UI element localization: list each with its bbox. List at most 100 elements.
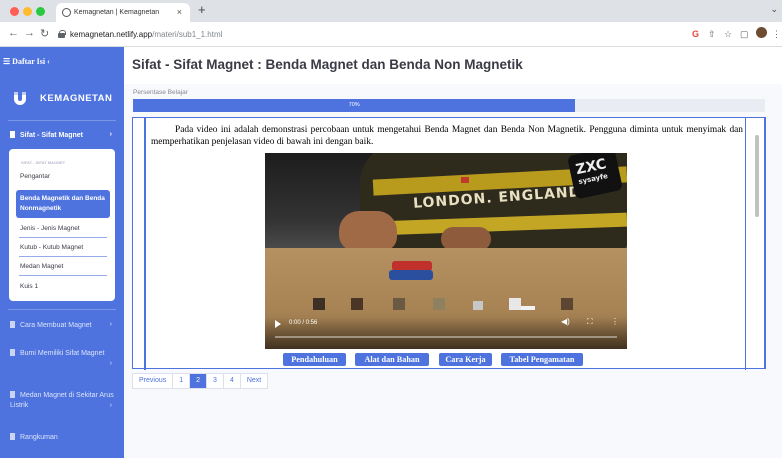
- video-frame-object: [351, 298, 363, 310]
- chevron-right-icon: ›: [109, 402, 112, 409]
- submenu-divider: [19, 237, 107, 238]
- sidebar-divider: [8, 309, 116, 310]
- submenu-item-benda-magnetik[interactable]: Benda Magnetik dan Benda Nonmagnetik: [16, 190, 110, 218]
- submenu-item-medan-magnet[interactable]: Medan Magnet: [16, 263, 110, 270]
- video-frame-object: [473, 301, 483, 310]
- sidebar-item-sifat-sifat-magnet[interactable]: Sifat - Sifat Magnet ›: [0, 131, 124, 139]
- pagination-page-3[interactable]: 3: [207, 374, 224, 388]
- video-frame-hand: [339, 211, 397, 251]
- sidebar-item-label: Bumi Memiliki Sifat Magnet: [20, 350, 105, 357]
- description-text: Pada video ini adalah demonstrasi percob…: [151, 125, 743, 147]
- main-content: Sifat - Sifat Magnet : Benda Magnet dan …: [124, 47, 782, 458]
- profile-avatar[interactable]: [756, 27, 767, 38]
- volume-icon[interactable]: ◀): [561, 317, 570, 326]
- progress-text: 70%: [348, 102, 360, 108]
- tab-pendahuluan[interactable]: Pendahuluan: [283, 353, 346, 366]
- video-frame-tag: [461, 177, 469, 183]
- file-icon: [10, 433, 15, 440]
- chevron-down-icon[interactable]: ⌄: [770, 4, 778, 15]
- play-icon[interactable]: [275, 320, 281, 328]
- brand[interactable]: KEMAGNETAN: [0, 87, 124, 113]
- sidebar-item-bumi-memiliki-sifat-magnet[interactable]: Bumi Memiliki Sifat Magnet ›: [0, 349, 112, 367]
- chevron-right-icon: ›: [109, 360, 112, 367]
- card-border-right: [745, 118, 746, 370]
- browser-tab-title: Kemagnetan | Kemagnetan: [74, 9, 160, 16]
- submenu-divider: [19, 256, 107, 257]
- content-card: Pada video ini adalah demonstrasi percob…: [132, 117, 766, 370]
- close-tab-icon[interactable]: ×: [177, 3, 182, 22]
- submenu-item-kutub-magnet[interactable]: Kutub - Kutub Magnet: [16, 244, 110, 251]
- sidebar-item-label: Rangkuman: [20, 434, 58, 441]
- brand-name: KEMAGNETAN: [40, 93, 113, 104]
- lock-icon: [58, 30, 66, 38]
- file-icon: [10, 391, 15, 398]
- tab-tabel-pengamatan[interactable]: Tabel Pengamatan: [501, 353, 583, 366]
- tab-alat-dan-bahan[interactable]: Alat dan Bahan: [355, 353, 429, 366]
- url-field[interactable]: kemagnetan.netlify.app/materi/sub1_1.htm…: [58, 27, 678, 42]
- sidebar-item-label: Medan Magnet di Sekitar Arus Listrik: [10, 392, 114, 409]
- share-icon[interactable]: ⇧: [708, 29, 716, 40]
- file-icon: [10, 321, 15, 328]
- new-tab-button[interactable]: +: [198, 2, 206, 17]
- address-bar: ← → ↻ kemagnetan.netlify.app/materi/sub1…: [0, 22, 782, 47]
- maximize-window-button[interactable]: [36, 7, 45, 16]
- sidebar: ☰ Daftar Isi ‹ KEMAGNETAN Sifat - Sifat …: [0, 47, 124, 458]
- url-path: /materi/sub1_1.html: [152, 30, 223, 39]
- sidebar-divider: [8, 120, 116, 121]
- close-window-button[interactable]: [10, 7, 19, 16]
- pagination: Previous 1 2 3 4 Next: [132, 373, 269, 389]
- pagination-next[interactable]: Next: [241, 374, 267, 388]
- browser-tab-bar: Kemagnetan | Kemagnetan × + ⌄: [0, 0, 782, 22]
- sidebar-item-cara-membuat-magnet[interactable]: Cara Membuat Magnet ›: [0, 321, 124, 329]
- minimize-window-button[interactable]: [23, 7, 32, 16]
- video-frame-object: [393, 298, 405, 310]
- scrollbar[interactable]: [753, 120, 761, 366]
- forward-button[interactable]: →: [24, 27, 35, 39]
- more-options-icon[interactable]: ⋮: [611, 317, 619, 326]
- google-icon[interactable]: G: [692, 29, 699, 39]
- chevron-right-icon: ›: [109, 321, 112, 328]
- video-frame-object: [521, 306, 535, 310]
- video-time: 0:00 / 0:56: [289, 320, 318, 326]
- menu-dots-icon[interactable]: ⋮: [772, 29, 781, 40]
- sidebar-item-label: Sifat - Sifat Magnet: [20, 132, 84, 139]
- video-frame-magnet: [389, 270, 433, 280]
- page-title: Sifat - Sifat Magnet : Benda Magnet dan …: [132, 57, 523, 72]
- reload-button[interactable]: ↻: [40, 27, 49, 40]
- video-seek-bar[interactable]: [275, 336, 617, 338]
- tab-cara-kerja[interactable]: Cara Kerja: [439, 353, 492, 366]
- pagination-page-4[interactable]: 4: [224, 374, 241, 388]
- video-frame-object: [433, 298, 445, 310]
- bookmark-star-icon[interactable]: ☆: [724, 29, 732, 40]
- pagination-page-1[interactable]: 1: [173, 374, 191, 388]
- browser-tab[interactable]: Kemagnetan | Kemagnetan ×: [56, 3, 190, 22]
- magnet-icon: [14, 92, 26, 105]
- submenu-divider: [19, 275, 107, 276]
- submenu-item-jenis-magnet[interactable]: Jenis - Jenis Magnet: [16, 225, 110, 232]
- submenu-panel: SIFAT - SIFAT MAGNET Pengantar Benda Mag…: [9, 149, 115, 301]
- video-frame-object: [313, 298, 325, 310]
- scrollbar-thumb[interactable]: [755, 135, 759, 217]
- progress-label: Persentase Belajar: [133, 89, 188, 96]
- video-controls: [265, 317, 627, 349]
- pagination-previous[interactable]: Previous: [133, 374, 174, 388]
- back-button[interactable]: ←: [8, 27, 19, 39]
- submenu-item-pengantar[interactable]: Pengantar: [16, 173, 110, 180]
- submenu-item-kuis-1[interactable]: Kuis 1: [16, 283, 110, 290]
- progress-bar: 70%: [133, 99, 765, 112]
- tab-layout-icon[interactable]: ▢: [740, 29, 749, 40]
- file-icon: [10, 349, 15, 356]
- chevron-right-icon: ›: [109, 131, 112, 138]
- globe-icon: [62, 8, 71, 17]
- sidebar-item-rangkuman[interactable]: Rangkuman: [0, 433, 124, 441]
- sidebar-toggle[interactable]: ☰ Daftar Isi ‹: [3, 57, 50, 66]
- card-border-left: [144, 118, 146, 370]
- sidebar-item-medan-magnet-arus-listrik[interactable]: Medan Magnet di Sekitar Arus Listrik ›: [0, 391, 114, 411]
- url-host: kemagnetan.netlify.app: [70, 30, 153, 39]
- fullscreen-icon[interactable]: ⛶: [587, 317, 593, 327]
- video-frame-object: [561, 298, 573, 310]
- pagination-page-2[interactable]: 2: [190, 374, 208, 388]
- video-player[interactable]: LONDON. ENGLAND ZXC sysayfe 0:00 / 0:56 ◀…: [265, 153, 627, 349]
- video-frame-object: [509, 298, 521, 310]
- progress-fill: 70%: [133, 99, 576, 112]
